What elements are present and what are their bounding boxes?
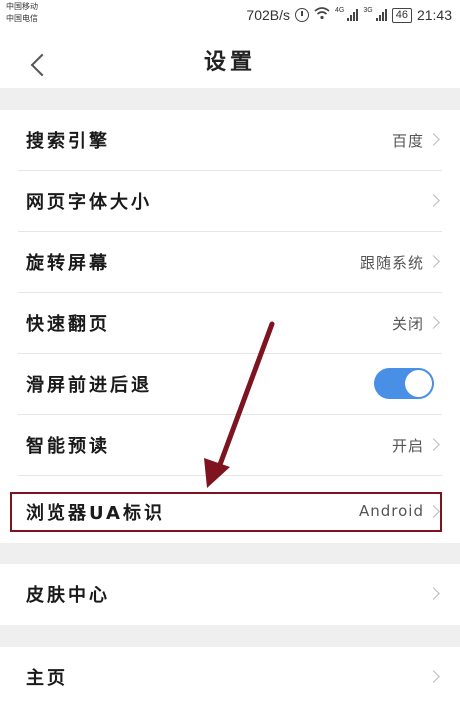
chevron-right-icon [427,438,440,451]
swipe-navigation-toggle[interactable] [374,368,434,399]
network-3g-tag: 3G [363,6,373,14]
setting-label: 旋转屏幕 [26,253,110,274]
clock: 21:43 [416,7,452,23]
carrier-info: 中国移动 中国电信 [6,1,38,25]
section-divider [0,625,460,647]
setting-value: 跟随系统 [359,254,424,272]
toggle-knob [405,370,432,397]
setting-value: 百度 [391,132,424,150]
setting-skin-center[interactable]: 皮肤中心 [0,564,460,625]
wifi-icon [314,7,330,23]
signal-icon [347,9,359,21]
network-4g-tag: 4G [335,6,345,14]
setting-swipe-navigation: 滑屏前进后退 [0,354,460,415]
section-divider [0,543,460,564]
status-bar: 中国移动 中国电信 702B/s 4G 3G 46 21:43 [0,0,460,30]
chevron-right-icon [427,316,440,329]
setting-value: Android [359,502,424,520]
signal-icon [375,9,387,21]
net-speed: 702B/s [246,7,291,23]
setting-label: 主页 [26,668,68,689]
setting-label: 网页字体大小 [26,192,152,213]
setting-fast-page-turn[interactable]: 快速翻页 关闭 [0,293,460,354]
setting-label: 皮肤中心 [26,585,110,606]
setting-label: 智能预读 [26,436,110,457]
section-divider [0,88,460,110]
setting-smart-preload[interactable]: 智能预读 开启 [0,415,460,476]
chevron-right-icon [427,133,440,146]
setting-value: 开启 [391,437,424,455]
app-header: 设置 [0,30,460,88]
chevron-right-icon [427,670,440,683]
page-title: 设置 [203,50,256,75]
setting-search-engine[interactable]: 搜索引擎 百度 [0,110,460,171]
setting-rotate-screen[interactable]: 旋转屏幕 跟随系统 [0,232,460,293]
chevron-right-icon [427,255,440,268]
row-divider [18,475,442,476]
setting-homepage[interactable]: 主页 [0,647,460,708]
chevron-right-icon [427,194,440,207]
carrier-2: 中国电信 [6,14,38,23]
setting-value: 关闭 [391,315,424,333]
chevron-right-icon [427,505,440,518]
setting-label: 滑屏前进后退 [26,375,152,396]
chevron-right-icon [427,587,440,600]
battery-icon: 46 [391,7,412,23]
carrier-1: 中国移动 [6,2,38,11]
setting-browser-ua[interactable]: 浏览器UA标识 Android [0,482,460,543]
status-indicators: 702B/s 4G 3G 46 21:43 [246,5,452,25]
setting-font-size[interactable]: 网页字体大小 [0,171,460,232]
setting-label: 搜索引擎 [26,131,110,152]
setting-label: 快速翻页 [26,314,110,335]
alarm-icon [295,8,310,22]
setting-label: 浏览器UA标识 [26,503,165,524]
